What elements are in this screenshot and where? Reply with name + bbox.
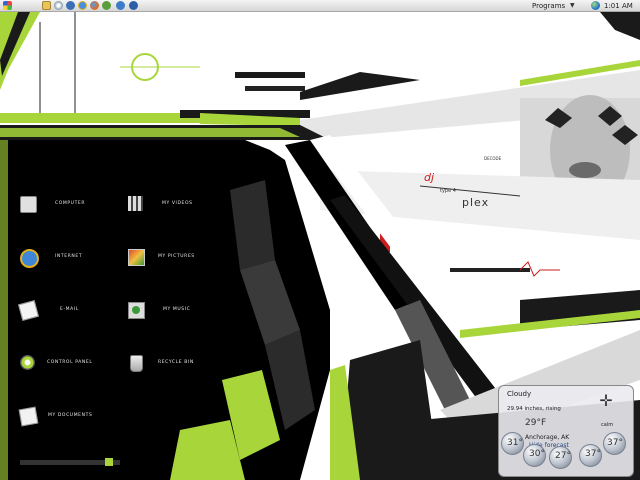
programs-menu-button[interactable]: Programs	[532, 0, 565, 12]
top-taskbar: Programs ▼ 1:01 AM	[0, 0, 640, 12]
forecast-temp: 31°	[507, 438, 523, 448]
pictures-icon	[128, 249, 145, 266]
windows-logo-icon[interactable]	[3, 1, 12, 10]
weather-location: Anchorage, AK	[525, 434, 570, 441]
forecast-temp: 37°	[585, 449, 601, 459]
folder-icon[interactable]	[42, 1, 51, 10]
documents-icon	[18, 406, 39, 427]
globe-icon[interactable]	[591, 1, 600, 10]
media-player-icon[interactable]	[66, 1, 75, 10]
chevron-down-icon[interactable]: ▼	[570, 0, 575, 12]
wallpaper-plex-text: plex	[462, 196, 490, 209]
menu-item-label: MY VIDEOS	[162, 201, 193, 206]
film-icon	[128, 196, 143, 211]
weather-condition: Cloudy	[507, 390, 532, 398]
weather-wind: calm	[601, 422, 614, 428]
wallpaper-decode-text: DECODE	[484, 156, 502, 161]
internet-explorer-icon[interactable]	[78, 1, 87, 10]
menu-item-label: RECYCLE BIN	[158, 360, 194, 365]
chevron-icon[interactable]	[129, 1, 138, 10]
menu-item-label: INTERNET	[55, 254, 83, 259]
menu-item-label: E-MAIL	[60, 307, 79, 312]
network-icon[interactable]	[116, 1, 125, 10]
weather-current-temp: 29°F	[525, 418, 547, 428]
menu-item-label: MY MUSIC	[163, 307, 191, 312]
menu-item-label: COMPUTER	[55, 201, 86, 206]
clock[interactable]: 1:01 AM	[604, 0, 633, 12]
weather-pressure: 29.94 inches, rising	[507, 406, 561, 412]
forecast-temp: 27°	[555, 451, 571, 461]
music-icon	[128, 302, 145, 319]
computer-icon	[20, 196, 37, 213]
menu-item-label: MY PICTURES	[158, 254, 195, 259]
weather-gadget[interactable]: Cloudy 29.94 inches, rising 29°F Anchora…	[498, 385, 634, 477]
wallpaper-type-text: type 4	[440, 188, 456, 194]
menu-item-label: CONTROL PANEL	[47, 360, 93, 365]
recycle-bin-icon	[130, 355, 143, 372]
compass-icon: ✛	[599, 391, 613, 410]
control-panel-icon	[20, 355, 35, 370]
menu-item-label: MY DOCUMENTS	[48, 413, 93, 418]
messenger-icon[interactable]	[102, 1, 111, 10]
disc-icon[interactable]	[54, 1, 63, 10]
firefox-icon[interactable]	[90, 1, 99, 10]
forecast-temp: 37°	[607, 438, 623, 448]
forecast-temp: 30°	[529, 449, 545, 459]
internet-explorer-icon	[20, 249, 39, 268]
wallpaper-dj-text: dj	[424, 171, 435, 184]
